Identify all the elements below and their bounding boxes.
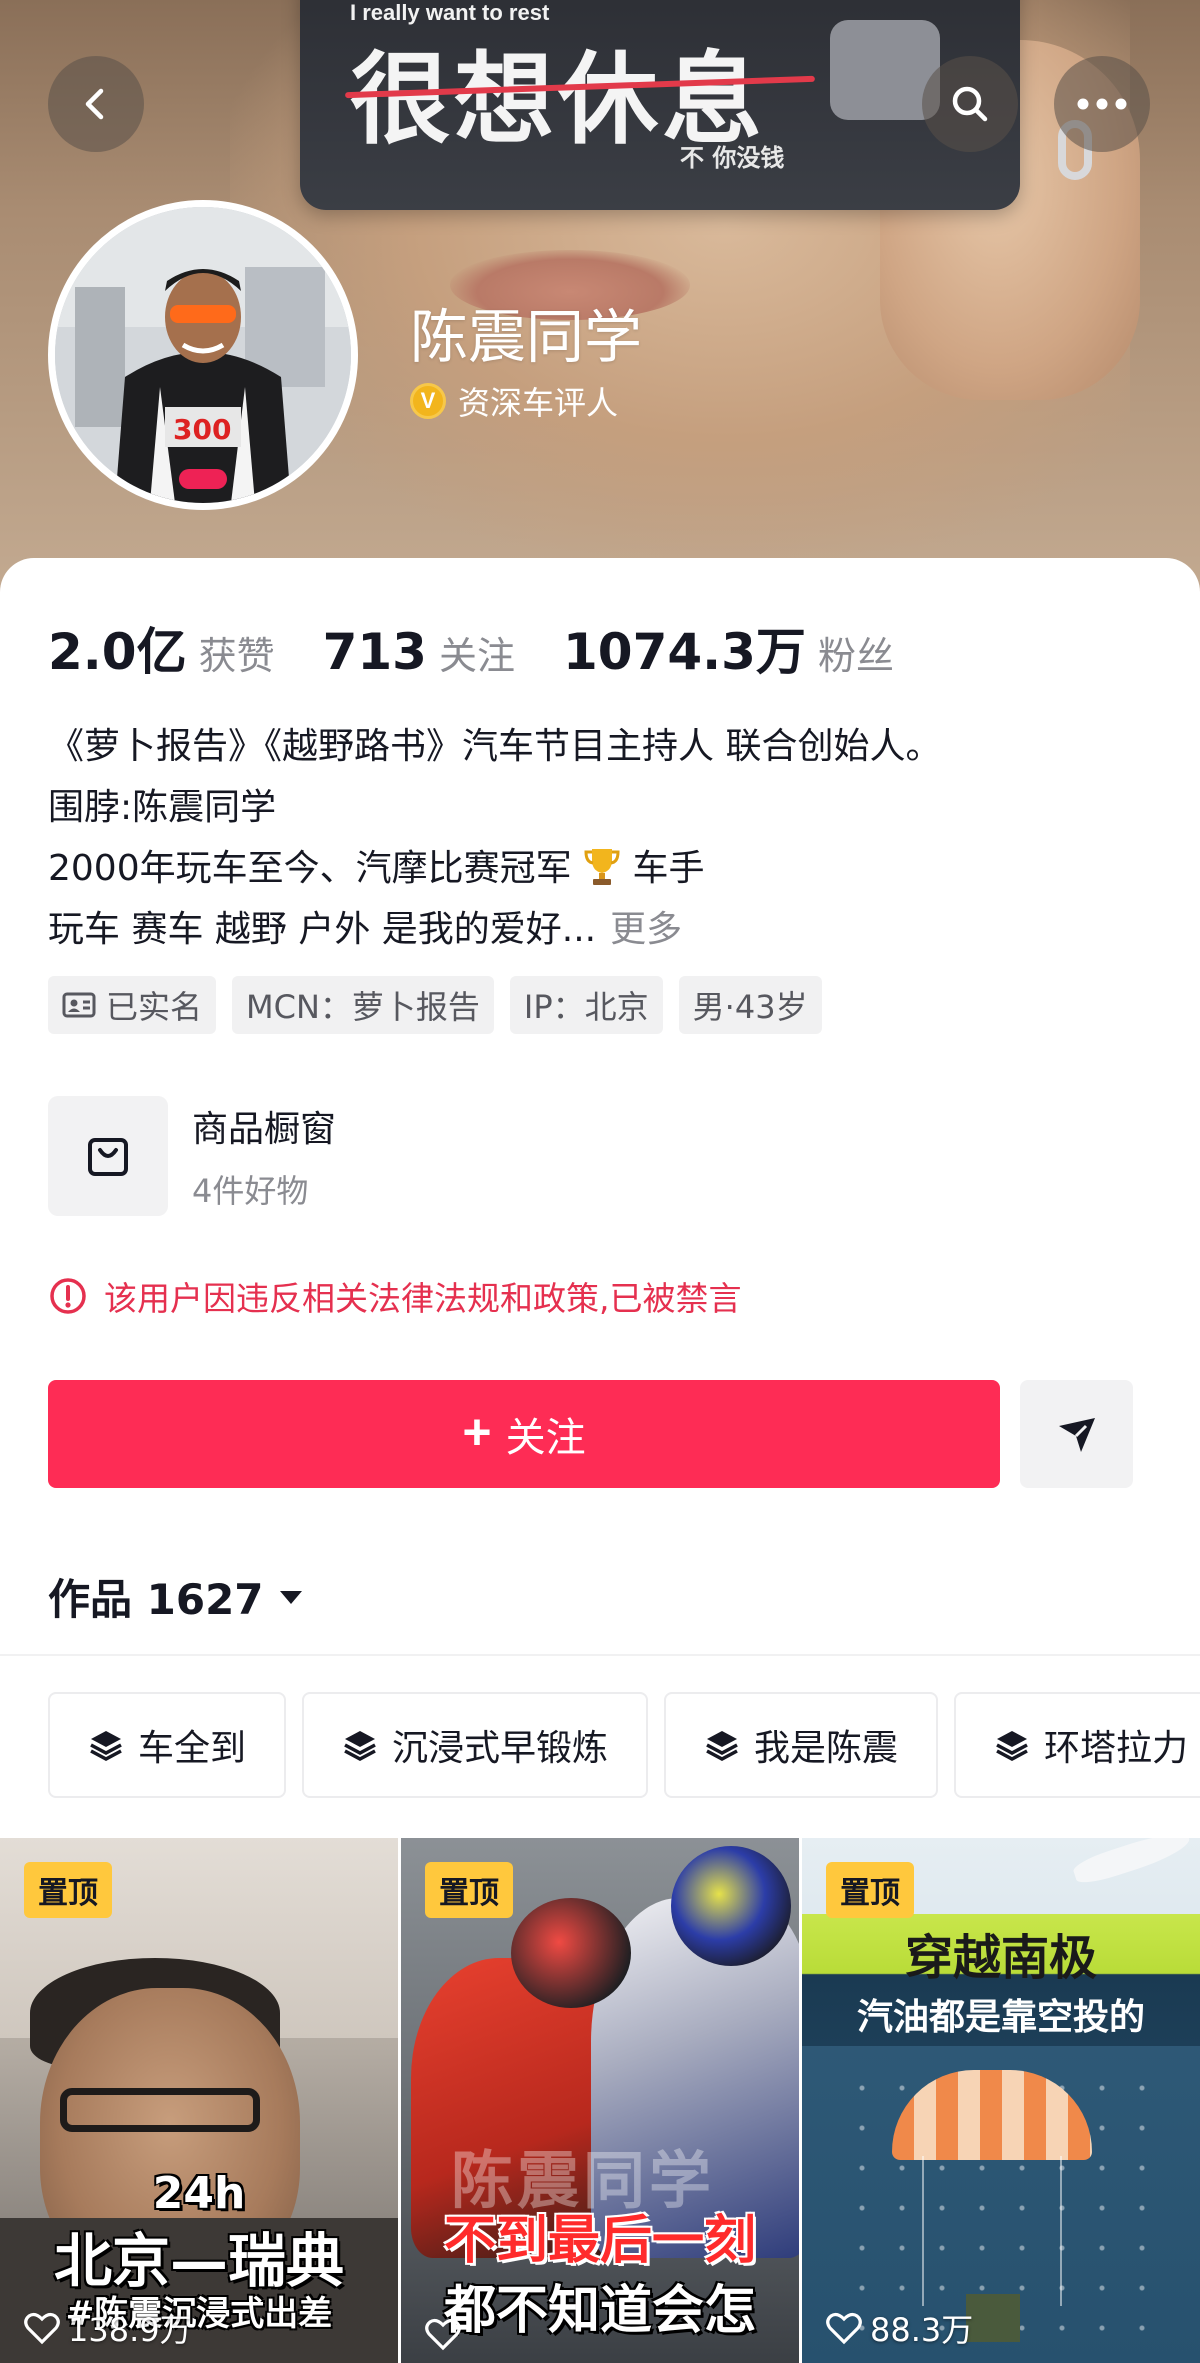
- pinned-badge: 置顶: [425, 1862, 513, 1918]
- caret-down-icon: [278, 1588, 304, 1606]
- send-icon: [1058, 1418, 1095, 1452]
- bio-line: 2000年玩车至今、汽摩比赛冠军 车手: [48, 838, 1168, 899]
- verified-badge-icon: V: [410, 383, 446, 419]
- tag-label: 男·43岁: [692, 988, 808, 1026]
- likes-count: 88.3万: [870, 2311, 974, 2349]
- video-overlay-text: 24h: [152, 2168, 246, 2219]
- collection-label: 我是陈震: [754, 1728, 899, 1769]
- shop-window[interactable]: 商品橱窗 4件好物: [48, 1096, 336, 1216]
- verification: V 资深车评人: [410, 378, 618, 424]
- video-likes: [425, 2317, 469, 2351]
- collection-label: 沉浸式早锻炼: [392, 1728, 609, 1769]
- pinned-badge: 置顶: [24, 1862, 112, 1918]
- collection-chip[interactable]: 环塔拉力: [954, 1692, 1200, 1798]
- bio-line: 《萝卜报告》《越野路书》汽车节目主持人 联合创始人。: [48, 726, 942, 767]
- video-tile[interactable]: 陈震同学 不到最后一刻 都不知道会怎 置顶: [401, 1838, 799, 2363]
- collection-chip[interactable]: 车全到: [48, 1692, 287, 1798]
- video-overlay-text: 不到最后一刻: [443, 2211, 756, 2271]
- video-tile[interactable]: 穿越南极 汽油都是靠空投的 置顶 88.3万: [802, 1838, 1200, 2363]
- video-overlay-text: 穿越南极: [904, 1930, 1097, 1986]
- video-grid: 24h 北京—瑞典 #陈震沉浸式出差 置顶 138.9万 陈震同学 不到最后一刻…: [0, 1838, 1200, 2363]
- layers-icon: [994, 1727, 1030, 1763]
- search-icon: [952, 86, 988, 122]
- banner-text-sub: 不 你没钱: [680, 144, 785, 172]
- bio-text: 2000年玩车至今、汽摩比赛冠军: [48, 848, 572, 889]
- collection-chip[interactable]: 我是陈震: [664, 1692, 939, 1798]
- collection-label: 环塔拉力: [1044, 1728, 1189, 1769]
- bio-text: 车手: [632, 848, 705, 889]
- followers-count: 1074.3万: [562, 623, 806, 681]
- bio-text: 玩车 赛车 越野 户外 是我的爱好...: [48, 909, 597, 950]
- bio-line: 玩车 赛车 越野 户外 是我的爱好... 更多: [48, 899, 1168, 960]
- heart-icon: [425, 2318, 461, 2351]
- more-dots-icon: [1077, 98, 1127, 110]
- tag-label: 已实名: [106, 988, 203, 1026]
- more-button[interactable]: [1054, 56, 1150, 152]
- stat-followers[interactable]: 1074.3万 粉丝: [563, 612, 894, 684]
- collection-chip[interactable]: 沉浸式早锻炼: [302, 1692, 649, 1798]
- likes-count: 2.0亿: [48, 623, 187, 681]
- chevron-left-icon: [85, 88, 104, 120]
- video-likes: 88.3万: [826, 2305, 973, 2351]
- bio: 《萝卜报告》《越野路书》汽车节目主持人 联合创始人。 围脖:陈震同学 2000年…: [48, 716, 1168, 960]
- likes-label: 获赞: [198, 634, 275, 678]
- collections-row: 车全到 沉浸式早锻炼 我是陈震 环塔拉力: [48, 1692, 1200, 1798]
- shop-title: 商品橱窗: [192, 1109, 337, 1150]
- back-button[interactable]: [48, 56, 144, 152]
- shop-subtitle: 4件好物: [192, 1172, 309, 1210]
- video-tile[interactable]: 24h 北京—瑞典 #陈震沉浸式出差 置顶 138.9万: [0, 1838, 398, 2363]
- divider: [0, 1654, 1200, 1656]
- follow-label: 关注: [505, 1415, 586, 1461]
- stat-likes[interactable]: 2.0亿 获赞: [48, 612, 275, 684]
- video-overlay-text: 汽油都是靠空投的: [856, 1997, 1145, 2038]
- following-label: 关注: [438, 634, 515, 678]
- stat-following[interactable]: 713 关注: [323, 623, 515, 681]
- bio-more-link[interactable]: 更多: [610, 909, 682, 950]
- nickname: 陈震同学: [410, 303, 643, 371]
- shopping-bag-icon: [88, 1138, 128, 1176]
- layers-icon: [704, 1727, 740, 1763]
- trophy-icon: [584, 849, 620, 885]
- share-button[interactable]: [1020, 1380, 1133, 1488]
- tag-label: IP：北京: [523, 988, 649, 1026]
- heart-icon: [24, 2312, 60, 2345]
- tag-verified-identity: 已实名: [48, 976, 217, 1034]
- likes-count: 138.9万: [68, 2311, 192, 2349]
- plus-icon: +: [462, 1404, 492, 1460]
- stats-row: 2.0亿 获赞 713 关注 1074.3万 粉丝: [48, 612, 942, 684]
- works-label: 作品 1627: [48, 1575, 264, 1624]
- avatar[interactable]: 300: [48, 200, 358, 510]
- tag-gender-age: 男·43岁: [678, 976, 822, 1034]
- id-card-icon: [62, 991, 96, 1019]
- svg-text:300: 300: [173, 413, 231, 446]
- ban-notice: 该用户因违反相关法律法规和政策,已被禁言: [48, 1272, 742, 1320]
- search-button[interactable]: [922, 56, 1018, 152]
- warning-icon: [50, 1278, 86, 1314]
- layers-icon: [88, 1727, 124, 1763]
- ban-notice-text: 该用户因违反相关法律法规和政策,已被禁言: [104, 1279, 742, 1318]
- verification-label: 资深车评人: [458, 384, 619, 422]
- layers-icon: [342, 1727, 378, 1763]
- bio-line: 围脖:陈震同学: [48, 787, 277, 828]
- pinned-badge: 置顶: [826, 1862, 914, 1918]
- tag-mcn[interactable]: MCN：萝卜报告: [232, 976, 494, 1034]
- followers-label: 粉丝: [817, 634, 894, 678]
- shop-icon-box: [48, 1096, 168, 1216]
- heart-icon: [826, 2312, 862, 2345]
- collection-label: 车全到: [138, 1728, 247, 1769]
- works-tab[interactable]: 作品 1627: [48, 1566, 304, 1627]
- following-count: 713: [322, 623, 427, 681]
- video-likes: 138.9万: [24, 2305, 192, 2351]
- profile-tags: 已实名 MCN：萝卜报告 IP：北京 男·43岁: [48, 976, 838, 1034]
- follow-button[interactable]: + 关注: [48, 1380, 1000, 1488]
- tag-ip: IP：北京: [509, 976, 663, 1034]
- tag-label: MCN：萝卜报告: [246, 988, 480, 1026]
